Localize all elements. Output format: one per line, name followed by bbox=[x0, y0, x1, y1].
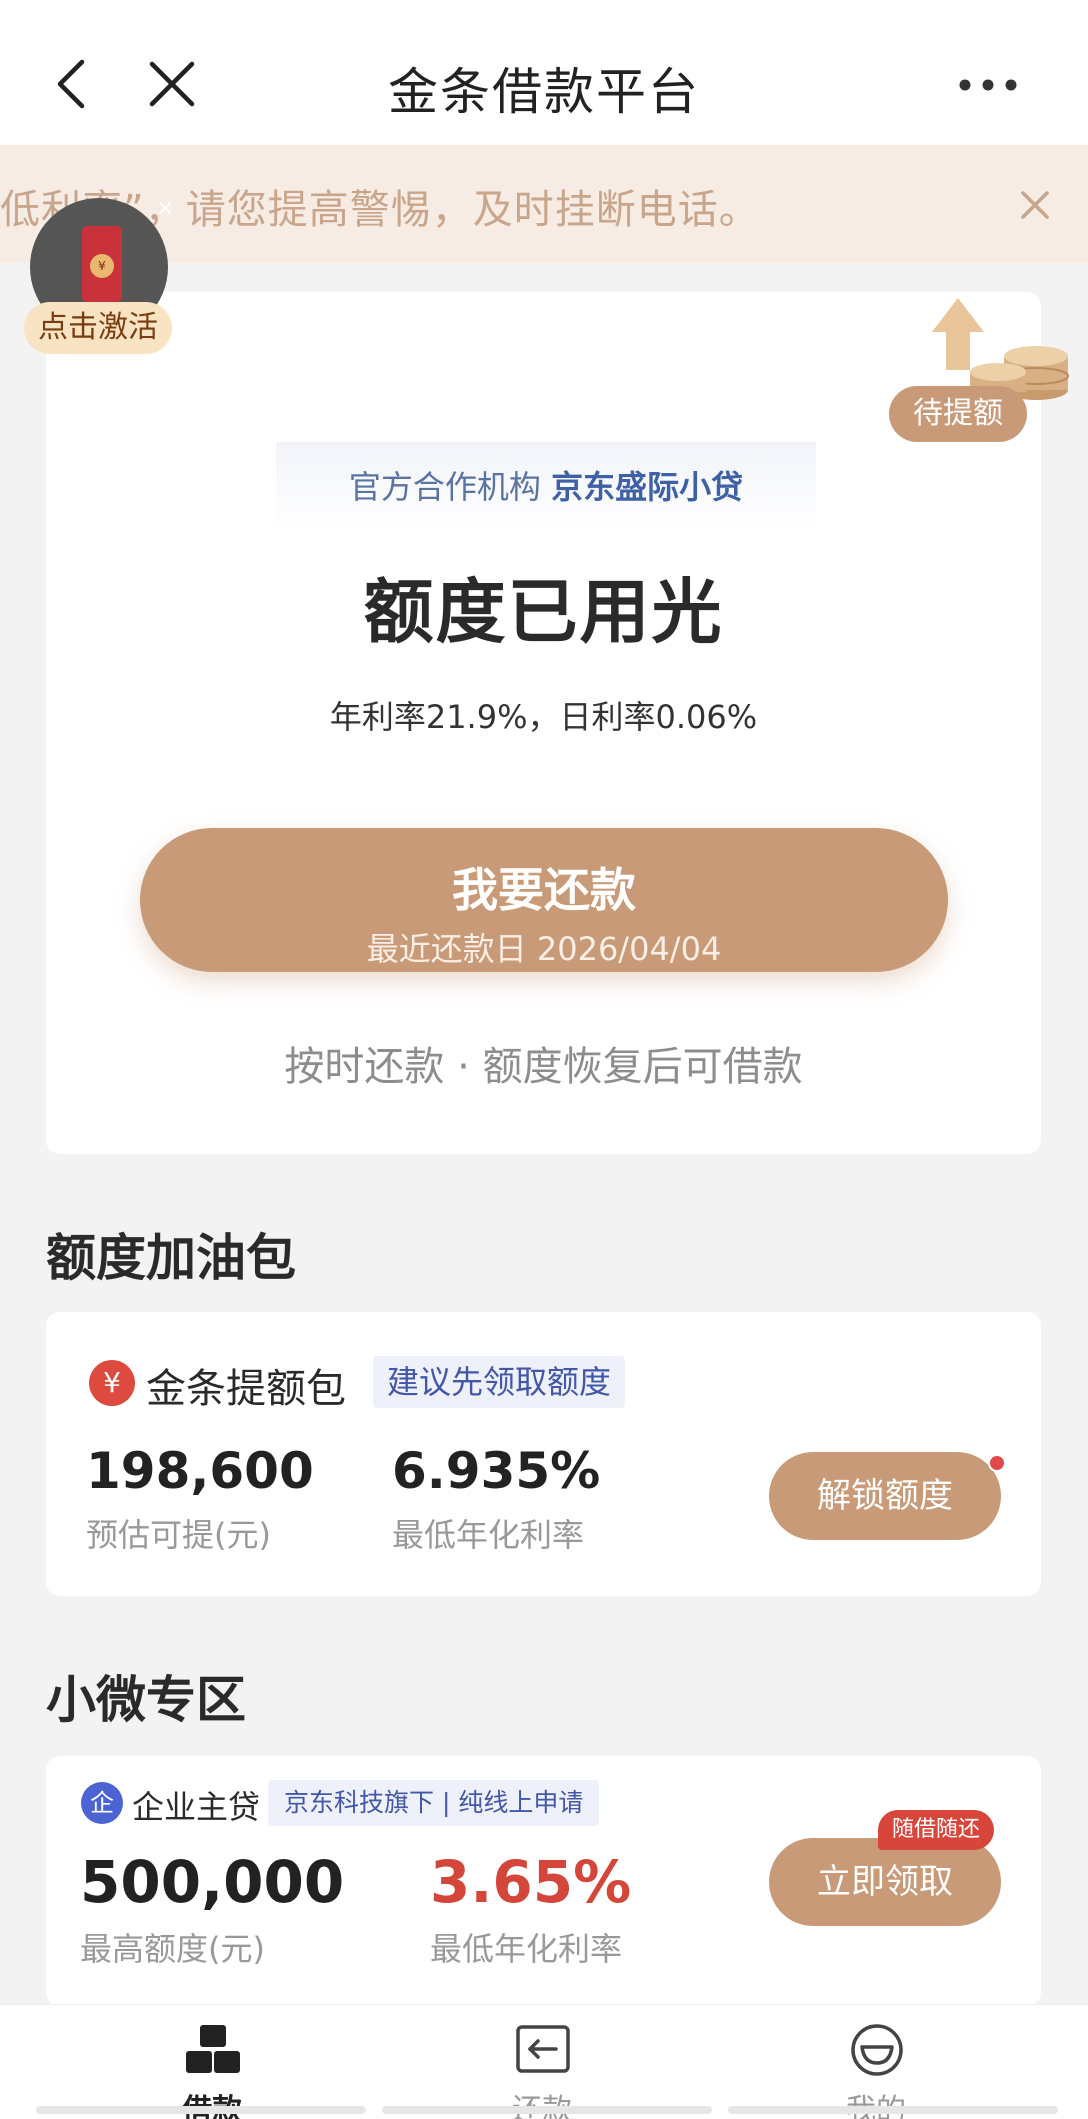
boost-section-title: 额度加油包 bbox=[46, 1229, 296, 1287]
boost-amount-label: 预估可提(元) bbox=[86, 1516, 271, 1554]
enterprise-loan-card[interactable]: 企 企业主贷 京东科技旗下 | 纯线上申请 500,000 最高额度(元) 3.… bbox=[46, 1756, 1041, 2006]
repay-hint: 按时还款 · 额度恢复后可借款 bbox=[284, 1044, 803, 1090]
red-envelope-icon: ¥ bbox=[82, 226, 122, 302]
notice-close-icon[interactable] bbox=[1020, 190, 1050, 220]
boost-amount: 198,600 bbox=[86, 1442, 314, 1500]
scroll-indicator bbox=[36, 2106, 366, 2114]
enterprise-name: 企业主贷 bbox=[132, 1788, 261, 1826]
nav-item-borrow[interactable]: 借款 bbox=[142, 2023, 282, 2119]
enterprise-rate: 3.65% bbox=[430, 1848, 632, 1916]
coin-icon: ¥ bbox=[90, 254, 114, 278]
credit-status-card: 待提额 官方合作机构 京东盛际小贷 额度已用光 年利率21.9%，日利率0.06… bbox=[46, 292, 1069, 1154]
scroll-indicator bbox=[382, 2106, 712, 2114]
unlock-credit-button[interactable]: 解锁额度 bbox=[769, 1452, 1001, 1540]
repay-button[interactable]: 我要还款 最近还款日 2026/04/04 bbox=[140, 828, 948, 972]
partner-org-label: 官方合作机构 京东盛际小贷 bbox=[276, 442, 816, 532]
enterprise-rate-label: 最低年化利率 bbox=[430, 1930, 623, 1968]
blocks-icon bbox=[186, 2025, 240, 2073]
enterprise-amount: 500,000 bbox=[80, 1848, 345, 1916]
boost-rate: 6.935% bbox=[392, 1442, 601, 1500]
red-packet-float[interactable]: ¥ × 点击激活 bbox=[24, 196, 174, 358]
org-name: 京东盛际小贷 bbox=[551, 468, 744, 506]
enterprise-icon: 企 bbox=[81, 1782, 123, 1824]
smile-icon bbox=[851, 2024, 903, 2076]
repay-date: 最近还款日 2026/04/04 bbox=[366, 930, 722, 968]
page-title: 金条借款平台 bbox=[388, 63, 700, 121]
credit-status: 额度已用光 bbox=[363, 571, 724, 653]
repay-button-label: 我要还款 bbox=[452, 863, 636, 917]
boost-tag: 建议先领取额度 bbox=[373, 1356, 626, 1408]
bottom-nav: 借款 还款 我的 bbox=[0, 2004, 1088, 2119]
claim-now-button[interactable]: 立即领取 bbox=[769, 1838, 1001, 1926]
app-header: 金条借款平台 bbox=[0, 0, 1088, 145]
more-icon[interactable] bbox=[958, 78, 1018, 92]
interest-rate-text: 年利率21.9%，日利率0.06% bbox=[329, 698, 758, 736]
boost-rate-label: 最低年化利率 bbox=[392, 1516, 585, 1554]
nav-item-mine[interactable]: 我的 bbox=[806, 2023, 946, 2119]
yen-icon: ¥ bbox=[89, 1360, 135, 1406]
flexible-repay-pill: 随借随还 bbox=[878, 1810, 995, 1850]
return-icon bbox=[516, 2025, 570, 2073]
enterprise-amount-label: 最高额度(元) bbox=[80, 1930, 265, 1968]
nav-item-repay[interactable]: 还款 bbox=[472, 2023, 612, 2119]
org-prefix: 官方合作机构 bbox=[348, 468, 541, 506]
scroll-indicator bbox=[728, 2106, 1058, 2114]
pending-increase-badge[interactable]: 待提额 bbox=[889, 386, 1027, 442]
micro-section-title: 小微专区 bbox=[46, 1671, 246, 1729]
float-close-icon[interactable]: × bbox=[156, 196, 174, 221]
boost-card[interactable]: ¥ 金条提额包 建议先领取额度 198,600 预估可提(元) 6.935% 最… bbox=[46, 1312, 1041, 1596]
boost-name: 金条提额包 bbox=[146, 1366, 346, 1412]
enterprise-tag: 京东科技旗下 | 纯线上申请 bbox=[268, 1780, 600, 1826]
activate-label[interactable]: 点击激活 bbox=[24, 302, 172, 354]
notification-dot bbox=[988, 1454, 1006, 1472]
